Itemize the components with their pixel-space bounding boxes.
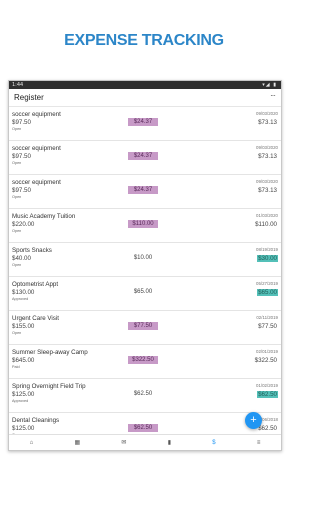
expense-total: $130.00 xyxy=(12,289,35,296)
expense-row[interactable]: Optometrist Appt $130.00 Approved $65.00 05/… xyxy=(9,277,281,311)
expense-due: $62.50 xyxy=(258,425,277,432)
expense-row[interactable]: Sports Snacks $40.00 Open $10.00 08/19/2019 $… xyxy=(9,243,281,277)
expense-due: $77.50 xyxy=(258,323,277,330)
expense-name: Sports Snacks xyxy=(12,247,52,254)
expense-payment: $62.50 xyxy=(128,424,158,432)
promo-headline: EXPENSE TRACKING xyxy=(64,32,224,49)
expense-due: $73.13 xyxy=(258,119,277,126)
page-title: Register xyxy=(14,93,44,102)
status-time: 1:44 xyxy=(12,82,24,88)
expense-payment: $65.00 xyxy=(133,289,153,295)
expense-status: Open xyxy=(12,195,22,199)
expense-total: $155.00 xyxy=(12,323,35,330)
expense-row[interactable]: Music Academy Tuition $220.00 Open $110.00 0… xyxy=(9,209,281,243)
expense-name: Spring Overnight Field Trip xyxy=(12,383,86,390)
expense-name: Urgent Care Visit xyxy=(12,315,59,322)
expense-status: Open xyxy=(12,127,22,131)
expense-total: $645.00 xyxy=(12,357,35,364)
expense-row[interactable]: soccer equipment $97.50 Open $24.37 09/03/20… xyxy=(9,141,281,175)
expense-status: Open xyxy=(12,263,22,267)
expense-name: soccer equipment xyxy=(12,179,61,186)
expense-status: Open xyxy=(12,161,22,165)
expense-row[interactable]: Summer Sleep-away Camp $645.00 Paid $322.50… xyxy=(9,345,281,379)
phone-screen: 1:44 ▾◢ ▮ Register ··· soccer equipment $… xyxy=(8,80,282,451)
expense-status: Approved xyxy=(12,399,29,403)
expense-payment: $24.37 xyxy=(128,118,158,126)
expense-due: $110.00 xyxy=(255,221,277,228)
bottom-navigation: ⌂ ▦ ✉ ▮ $ ≡ xyxy=(9,434,281,450)
menu-icon[interactable]: ≡ xyxy=(257,440,261,446)
expense-date: 09/03/2020 xyxy=(256,145,278,150)
expense-payment: $24.37 xyxy=(128,186,158,194)
expense-date: 02/11/2019 xyxy=(256,315,278,320)
add-expense-button[interactable]: + xyxy=(245,412,262,429)
expense-due: $65.00 xyxy=(257,289,278,296)
expense-row[interactable]: soccer equipment $97.50 Open $24.37 09/03/20… xyxy=(9,175,281,209)
more-options-icon[interactable]: ··· xyxy=(270,91,276,100)
expense-due: $30.00 xyxy=(257,255,278,262)
expense-payment: $10.00 xyxy=(133,255,153,261)
dollar-icon[interactable]: $ xyxy=(212,440,215,446)
home-icon[interactable]: ⌂ xyxy=(30,440,34,446)
expense-date: 09/03/2020 xyxy=(256,179,278,184)
expense-payment: $62.50 xyxy=(133,391,153,397)
expense-due: $322.50 xyxy=(254,357,277,364)
status-icons: ▾◢ ▮ xyxy=(262,82,277,88)
expense-name: Dental Cleanings xyxy=(12,417,60,424)
expense-total: $125.00 xyxy=(12,425,35,432)
expense-date: 01/02/2019 xyxy=(256,383,278,388)
expense-payment: $110.00 xyxy=(128,220,158,228)
expense-date: 08/19/2019 xyxy=(256,247,278,252)
expense-due: $73.13 xyxy=(258,187,277,194)
expense-name: soccer equipment xyxy=(12,111,61,118)
expense-date: 09/03/2020 xyxy=(256,111,278,116)
app-bar: Register ··· xyxy=(9,89,281,107)
expense-total: $220.00 xyxy=(12,221,35,228)
expense-due: $62.50 xyxy=(257,391,278,398)
expense-due: $73.13 xyxy=(258,153,277,160)
expense-status: Paid xyxy=(12,365,20,369)
status-bar: 1:44 ▾◢ ▮ xyxy=(9,81,281,89)
expense-date: 05/27/2019 xyxy=(256,281,278,286)
expense-date: 02/01/2019 xyxy=(256,349,278,354)
expense-row[interactable]: Urgent Care Visit $155.00 Open $77.50 02/11/… xyxy=(9,311,281,345)
expense-status: Open xyxy=(12,229,22,233)
expense-total: $125.00 xyxy=(12,391,35,398)
expense-status: Approved xyxy=(12,297,29,301)
expense-payment: $24.37 xyxy=(128,152,158,160)
book-icon[interactable]: ▮ xyxy=(168,439,171,446)
expense-status: Open xyxy=(12,331,22,335)
expense-name: Music Academy Tuition xyxy=(12,213,76,220)
calendar-icon[interactable]: ▦ xyxy=(75,439,81,446)
expense-list: soccer equipment $97.50 Open $24.37 09/03/20… xyxy=(9,107,281,447)
expense-total: $97.50 xyxy=(12,187,31,194)
expense-payment: $322.50 xyxy=(128,356,158,364)
expense-total: $40.00 xyxy=(12,255,31,262)
mail-icon[interactable]: ✉ xyxy=(121,439,126,446)
expense-payment: $77.50 xyxy=(128,322,158,330)
expense-row[interactable]: soccer equipment $97.50 Open $24.37 09/03/20… xyxy=(9,107,281,141)
expense-row[interactable]: Spring Overnight Field Trip $125.00 Approv… xyxy=(9,379,281,413)
expense-name: Optometrist Appt xyxy=(12,281,59,288)
expense-name: soccer equipment xyxy=(12,145,61,152)
expense-total: $97.50 xyxy=(12,153,31,160)
expense-date: 01/03/2020 xyxy=(256,213,278,218)
expense-name: Summer Sleep-away Camp xyxy=(12,349,88,356)
expense-total: $97.50 xyxy=(12,119,31,126)
